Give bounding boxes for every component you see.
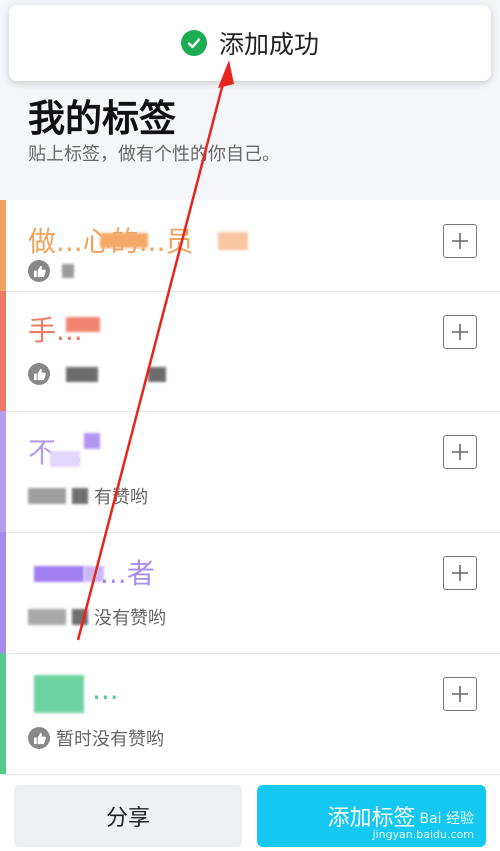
like-count: 暂时没有赞哟 [28, 725, 164, 751]
toast-message: 添加成功 [218, 30, 319, 59]
tag-name: ... [92, 673, 119, 706]
blurred-area [148, 367, 166, 382]
add-tag-button[interactable] [443, 315, 477, 349]
tag-row: 不... 有赞哟 [0, 411, 500, 533]
like-count [28, 260, 74, 282]
tag-color-bar [0, 200, 6, 291]
page-title: 我的标签 [28, 97, 176, 140]
blurred-area [66, 317, 100, 332]
bottom-action-bar: 分享 添加标签 Bai 经验 jingyan.baidu.com [0, 780, 500, 851]
check-circle-icon [180, 30, 207, 56]
plus-icon [452, 444, 468, 460]
add-tag-button[interactable] [443, 435, 477, 469]
baidu-watermark: Bai 经验 jingyan.baidu.com [372, 808, 474, 841]
thumb-up-icon [28, 260, 50, 282]
blurred-area [28, 488, 66, 504]
plus-icon [452, 233, 468, 249]
blurred-area [218, 232, 248, 250]
tag-name: ...者 [100, 557, 155, 590]
like-count: 有赞哟 [28, 483, 148, 509]
like-count [28, 363, 56, 385]
blurred-area [28, 609, 66, 625]
tag-color-bar [0, 291, 6, 411]
tag-row: 做...心的...员 [0, 200, 500, 292]
share-button[interactable]: 分享 [14, 785, 242, 847]
plus-icon [452, 324, 468, 340]
tag-row: ... 暂时没有赞哟 [0, 653, 500, 775]
page-subtitle: 贴上标签，做有个性的你自己。 [28, 144, 280, 165]
tag-list: 做...心的...员 手... [0, 200, 500, 780]
tag-row: 手... [0, 291, 500, 412]
watermark-logo-text: Bai 经验 [419, 811, 474, 827]
add-tag-button[interactable] [443, 224, 477, 258]
blurred-area [50, 451, 80, 467]
tag-color-bar [0, 532, 6, 653]
page-header: 我的标签 贴上标签，做有个性的你自己。 [0, 82, 500, 200]
add-tag-button[interactable] [443, 556, 477, 590]
tag-color-bar [0, 653, 6, 774]
like-count: 没有赞哟 [28, 604, 166, 630]
plus-icon [452, 565, 468, 581]
add-tag-button[interactable] [443, 677, 477, 711]
thumb-up-icon [28, 727, 50, 749]
like-text: 没有赞哟 [94, 608, 166, 629]
blurred-area [62, 264, 74, 278]
like-text: 有赞哟 [94, 487, 148, 508]
tag-row: ...者 没有赞哟 [0, 532, 500, 654]
blurred-area [100, 233, 148, 248]
blurred-area [34, 675, 84, 713]
success-toast: 添加成功 [9, 5, 491, 81]
blurred-area [72, 488, 88, 504]
plus-icon [452, 686, 468, 702]
like-text: 暂时没有赞哟 [56, 729, 164, 750]
blurred-area [84, 433, 100, 449]
tag-color-bar [0, 411, 6, 532]
blurred-area [66, 367, 98, 382]
blurred-area [72, 609, 88, 625]
watermark-url: jingyan.baidu.com [372, 828, 474, 841]
thumb-up-icon [28, 363, 50, 385]
blurred-area [34, 566, 84, 582]
